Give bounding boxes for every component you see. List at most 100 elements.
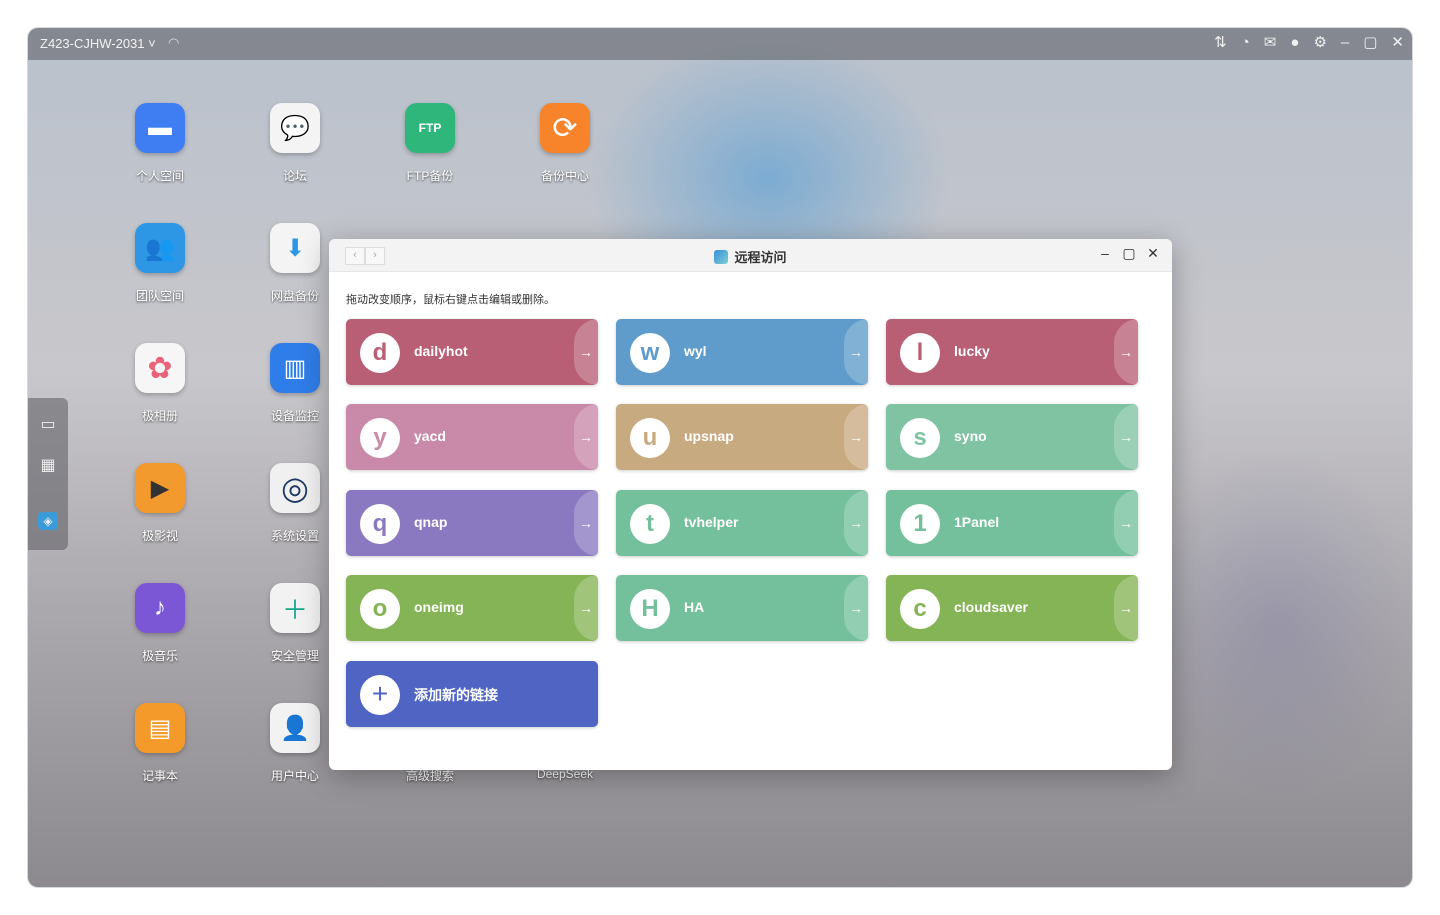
link-card[interactable]: d dailyhot →	[346, 319, 598, 385]
apps-grid-icon[interactable]: ▦	[38, 455, 58, 474]
add-link-label: 添加新的链接	[414, 687, 498, 703]
window-maximize-button[interactable]: ▢	[1122, 245, 1136, 262]
link-name: lucky	[954, 343, 990, 359]
link-card[interactable]: c cloudsaver →	[886, 575, 1138, 641]
arrow-right-icon[interactable]: →	[844, 575, 868, 641]
link-letter-badge: y	[360, 418, 400, 458]
link-card[interactable]: y yacd →	[346, 404, 598, 470]
plus-icon: +	[360, 675, 400, 715]
sync-icon: ⟳	[540, 103, 590, 153]
link-letter-badge: l	[900, 333, 940, 373]
link-card[interactable]: u upsnap →	[616, 404, 868, 470]
app-label: FTP备份	[406, 169, 454, 183]
app-team-space[interactable]: 👥 团队空间	[105, 223, 215, 304]
app-ftp-backup[interactable]: FTP FTP备份	[375, 103, 485, 184]
link-letter-badge: H	[630, 589, 670, 629]
arrow-right-icon[interactable]: →	[574, 575, 598, 641]
arrow-right-icon[interactable]: →	[844, 490, 868, 556]
person-icon: 👤	[270, 703, 320, 753]
music-note-icon: ♪	[135, 583, 185, 633]
link-letter-badge: u	[630, 418, 670, 458]
window-close-button[interactable]: ✕	[1146, 245, 1160, 262]
link-name: yacd	[414, 428, 446, 444]
link-name: 1Panel	[954, 514, 1000, 530]
link-card[interactable]: t tvhelper →	[616, 490, 868, 556]
app-label: 极相册	[141, 409, 178, 423]
chart-icon: ▥	[270, 343, 320, 393]
speedometer-icon[interactable]: ◔	[1241, 34, 1250, 52]
link-letter-badge: t	[630, 504, 670, 544]
folder-icon: ▬	[135, 103, 185, 153]
arrow-right-icon[interactable]: →	[1114, 404, 1138, 470]
arrow-right-icon[interactable]: →	[844, 404, 868, 470]
app-personal-space[interactable]: ▬ 个人空间	[105, 103, 215, 184]
link-card[interactable]: H HA →	[616, 575, 868, 641]
arrow-right-icon[interactable]: →	[574, 490, 598, 556]
drive-icon[interactable]: ▭	[38, 414, 58, 433]
link-letter-badge: d	[360, 333, 400, 373]
link-card[interactable]: w wyl →	[616, 319, 868, 385]
app-notepad[interactable]: ▤ 记事本	[105, 703, 215, 784]
desktop: Z423-CJHW-2031 ˅ ◠ ⇅ ◔ ✉ ● ⚙ – ▢ ✕ ▭ ▦ ◈…	[28, 28, 1412, 887]
link-letter-badge: o	[360, 589, 400, 629]
link-letter-badge: q	[360, 504, 400, 544]
arrow-right-icon[interactable]: →	[1114, 319, 1138, 385]
app-photos[interactable]: ✿ 极相册	[105, 343, 215, 424]
film-icon: ▶	[135, 463, 185, 513]
arrow-right-icon[interactable]: →	[1114, 490, 1138, 556]
link-name: upsnap	[684, 428, 734, 444]
cloud-download-icon: ⬇	[270, 223, 320, 273]
link-name: dailyhot	[414, 343, 468, 359]
window-minimize-button[interactable]: –	[1098, 245, 1112, 262]
link-name: qnap	[414, 514, 448, 530]
gear-icon[interactable]: ⚙	[1313, 34, 1326, 52]
window-title-text: 远程访问	[734, 250, 787, 265]
chat-bubble-icon: 💬	[270, 103, 320, 153]
link-card[interactable]: q qnap →	[346, 490, 598, 556]
link-name: cloudsaver	[954, 599, 1028, 615]
minimize-icon[interactable]: –	[1341, 34, 1349, 52]
app-label: 极音乐	[141, 649, 178, 663]
remote-access-icon[interactable]: ◈	[38, 512, 58, 530]
window-titlebar[interactable]: ‹ › 远程访问 – ▢ ✕	[329, 239, 1172, 272]
link-card[interactable]: 1 1Panel →	[886, 490, 1138, 556]
app-label: 个人空间	[135, 169, 184, 183]
window-title: 远程访问	[329, 247, 1172, 266]
user-icon[interactable]: ●	[1290, 34, 1299, 52]
arrow-right-icon[interactable]: →	[1114, 575, 1138, 641]
link-card[interactable]: l lucky →	[886, 319, 1138, 385]
link-letter-badge: w	[630, 333, 670, 373]
arrow-right-icon[interactable]: →	[844, 319, 868, 385]
app-label: 团队空间	[135, 289, 184, 303]
add-link-button[interactable]: + 添加新的链接	[346, 661, 598, 727]
link-name: oneimg	[414, 599, 464, 615]
link-letter-badge: 1	[900, 504, 940, 544]
app-forum[interactable]: 💬 论坛	[240, 103, 350, 184]
app-label: 论坛	[282, 169, 307, 183]
app-backup-center[interactable]: ⟳ 备份中心	[510, 103, 620, 184]
team-folder-icon: 👥	[135, 223, 185, 273]
flower-icon: ✿	[135, 343, 185, 393]
app-label: 记事本	[141, 769, 178, 783]
link-name: HA	[684, 599, 705, 615]
app-video[interactable]: ▶ 极影视	[105, 463, 215, 544]
ftp-icon: FTP	[405, 103, 455, 153]
notepad-icon: ▤	[135, 703, 185, 753]
arrow-right-icon[interactable]: →	[574, 404, 598, 470]
transfer-icon[interactable]: ⇅	[1214, 34, 1227, 52]
device-name[interactable]: Z423-CJHW-2031 ˅	[40, 36, 156, 51]
link-name: wyl	[684, 343, 707, 359]
link-name: tvhelper	[684, 514, 739, 530]
link-name: syno	[954, 428, 987, 444]
link-card[interactable]: o oneimg →	[346, 575, 598, 641]
settings-dial-icon: ◎	[270, 463, 320, 513]
maximize-icon[interactable]: ▢	[1363, 34, 1377, 52]
arrow-right-icon[interactable]: →	[574, 319, 598, 385]
close-icon[interactable]: ✕	[1391, 34, 1404, 52]
mail-icon[interactable]: ✉	[1264, 34, 1277, 52]
remote-access-icon	[714, 250, 729, 264]
app-label: 备份中心	[540, 169, 589, 183]
link-card[interactable]: s syno →	[886, 404, 1138, 470]
app-music[interactable]: ♪ 极音乐	[105, 583, 215, 664]
shield-icon: ＋	[270, 583, 320, 633]
